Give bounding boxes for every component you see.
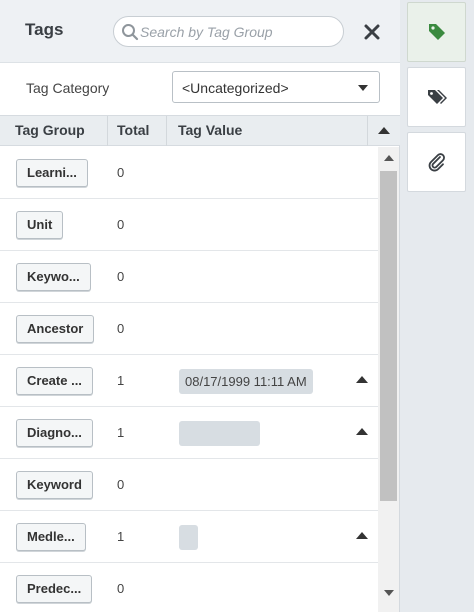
table-row: Diagno... 1 [0,407,378,459]
table-row: Keywo... 0 [0,251,378,303]
tag-table-body: Learni... 0 Unit 0 Keywo... 0 Ancestor 0… [0,147,378,612]
collapse-row-icon[interactable] [356,532,368,539]
panel-header: Tags [0,0,400,63]
tag-group-button[interactable]: Keyword [16,471,93,499]
close-icon[interactable] [362,22,382,42]
vertical-scrollbar[interactable] [378,147,399,612]
table-row: Create ... 1 08/17/1999 11:11 AM [0,355,378,407]
tag-total: 0 [117,321,125,336]
table-row: Medle... 1 [0,511,378,563]
table-row: Learni... 0 [0,147,378,199]
table-row: Keyword 0 [0,459,378,511]
tag-value-chip: 08/17/1999 11:11 AM [179,369,313,394]
column-header-tag-value[interactable]: Tag Value [178,122,242,138]
tag-category-label: Tag Category [26,80,110,96]
tag-total: 1 [117,373,125,388]
page-title: Tags [25,20,64,39]
tag-total: 0 [117,165,125,180]
tag-icon [429,24,445,40]
tag-group-button[interactable]: Medle... [16,523,86,551]
scrollbar-thumb[interactable] [380,171,397,501]
column-divider [107,116,108,146]
tag-category-select[interactable]: <Uncategorized> [172,71,380,103]
tag-total: 1 [117,529,125,544]
tag-total: 0 [117,477,125,492]
column-divider [166,116,167,146]
table-row: Ancestor 0 [0,303,378,355]
scroll-down-icon[interactable] [384,590,394,596]
tab-tags[interactable] [407,67,466,127]
tag-category-value: <Uncategorized> [182,80,289,96]
column-header-total[interactable]: Total [117,122,149,138]
tag-group-button[interactable]: Diagno... [16,419,93,447]
tag-total: 0 [117,581,125,596]
tag-group-button[interactable]: Create ... [16,367,93,395]
table-row: Predec... 0 [0,563,378,612]
tag-group-button[interactable]: Keywo... [16,263,91,291]
collapse-row-icon[interactable] [356,428,368,435]
table-row: Unit 0 [0,199,378,251]
tag-value-chip [179,421,260,446]
search-icon [122,24,139,41]
tag-group-button[interactable]: Predec... [16,575,93,603]
collapse-row-icon[interactable] [356,376,368,383]
tag-group-button[interactable]: Unit [16,211,64,239]
tag-total: 0 [117,269,125,284]
collapse-all-icon[interactable] [378,127,390,134]
tags-icon [428,90,447,104]
tag-total: 1 [117,425,125,440]
tag-group-button[interactable]: Learni... [16,159,88,187]
side-rail [400,0,474,612]
search-input[interactable] [140,21,338,43]
tab-attachments[interactable] [407,132,466,192]
scroll-up-icon[interactable] [384,155,394,161]
search-box[interactable] [113,16,344,47]
column-divider [367,116,368,146]
paperclip-icon [428,153,445,172]
tab-tag[interactable] [407,2,466,62]
tags-panel: Tags Tag Category <Uncategorized> Tag Gr… [0,0,400,612]
tag-total: 0 [117,217,125,232]
table-header: Tag Group Total Tag Value [0,115,400,146]
column-header-tag-group[interactable]: Tag Group [15,122,85,138]
chevron-down-icon [358,85,368,91]
tag-value-chip [179,525,199,550]
tag-group-button[interactable]: Ancestor [16,315,95,343]
